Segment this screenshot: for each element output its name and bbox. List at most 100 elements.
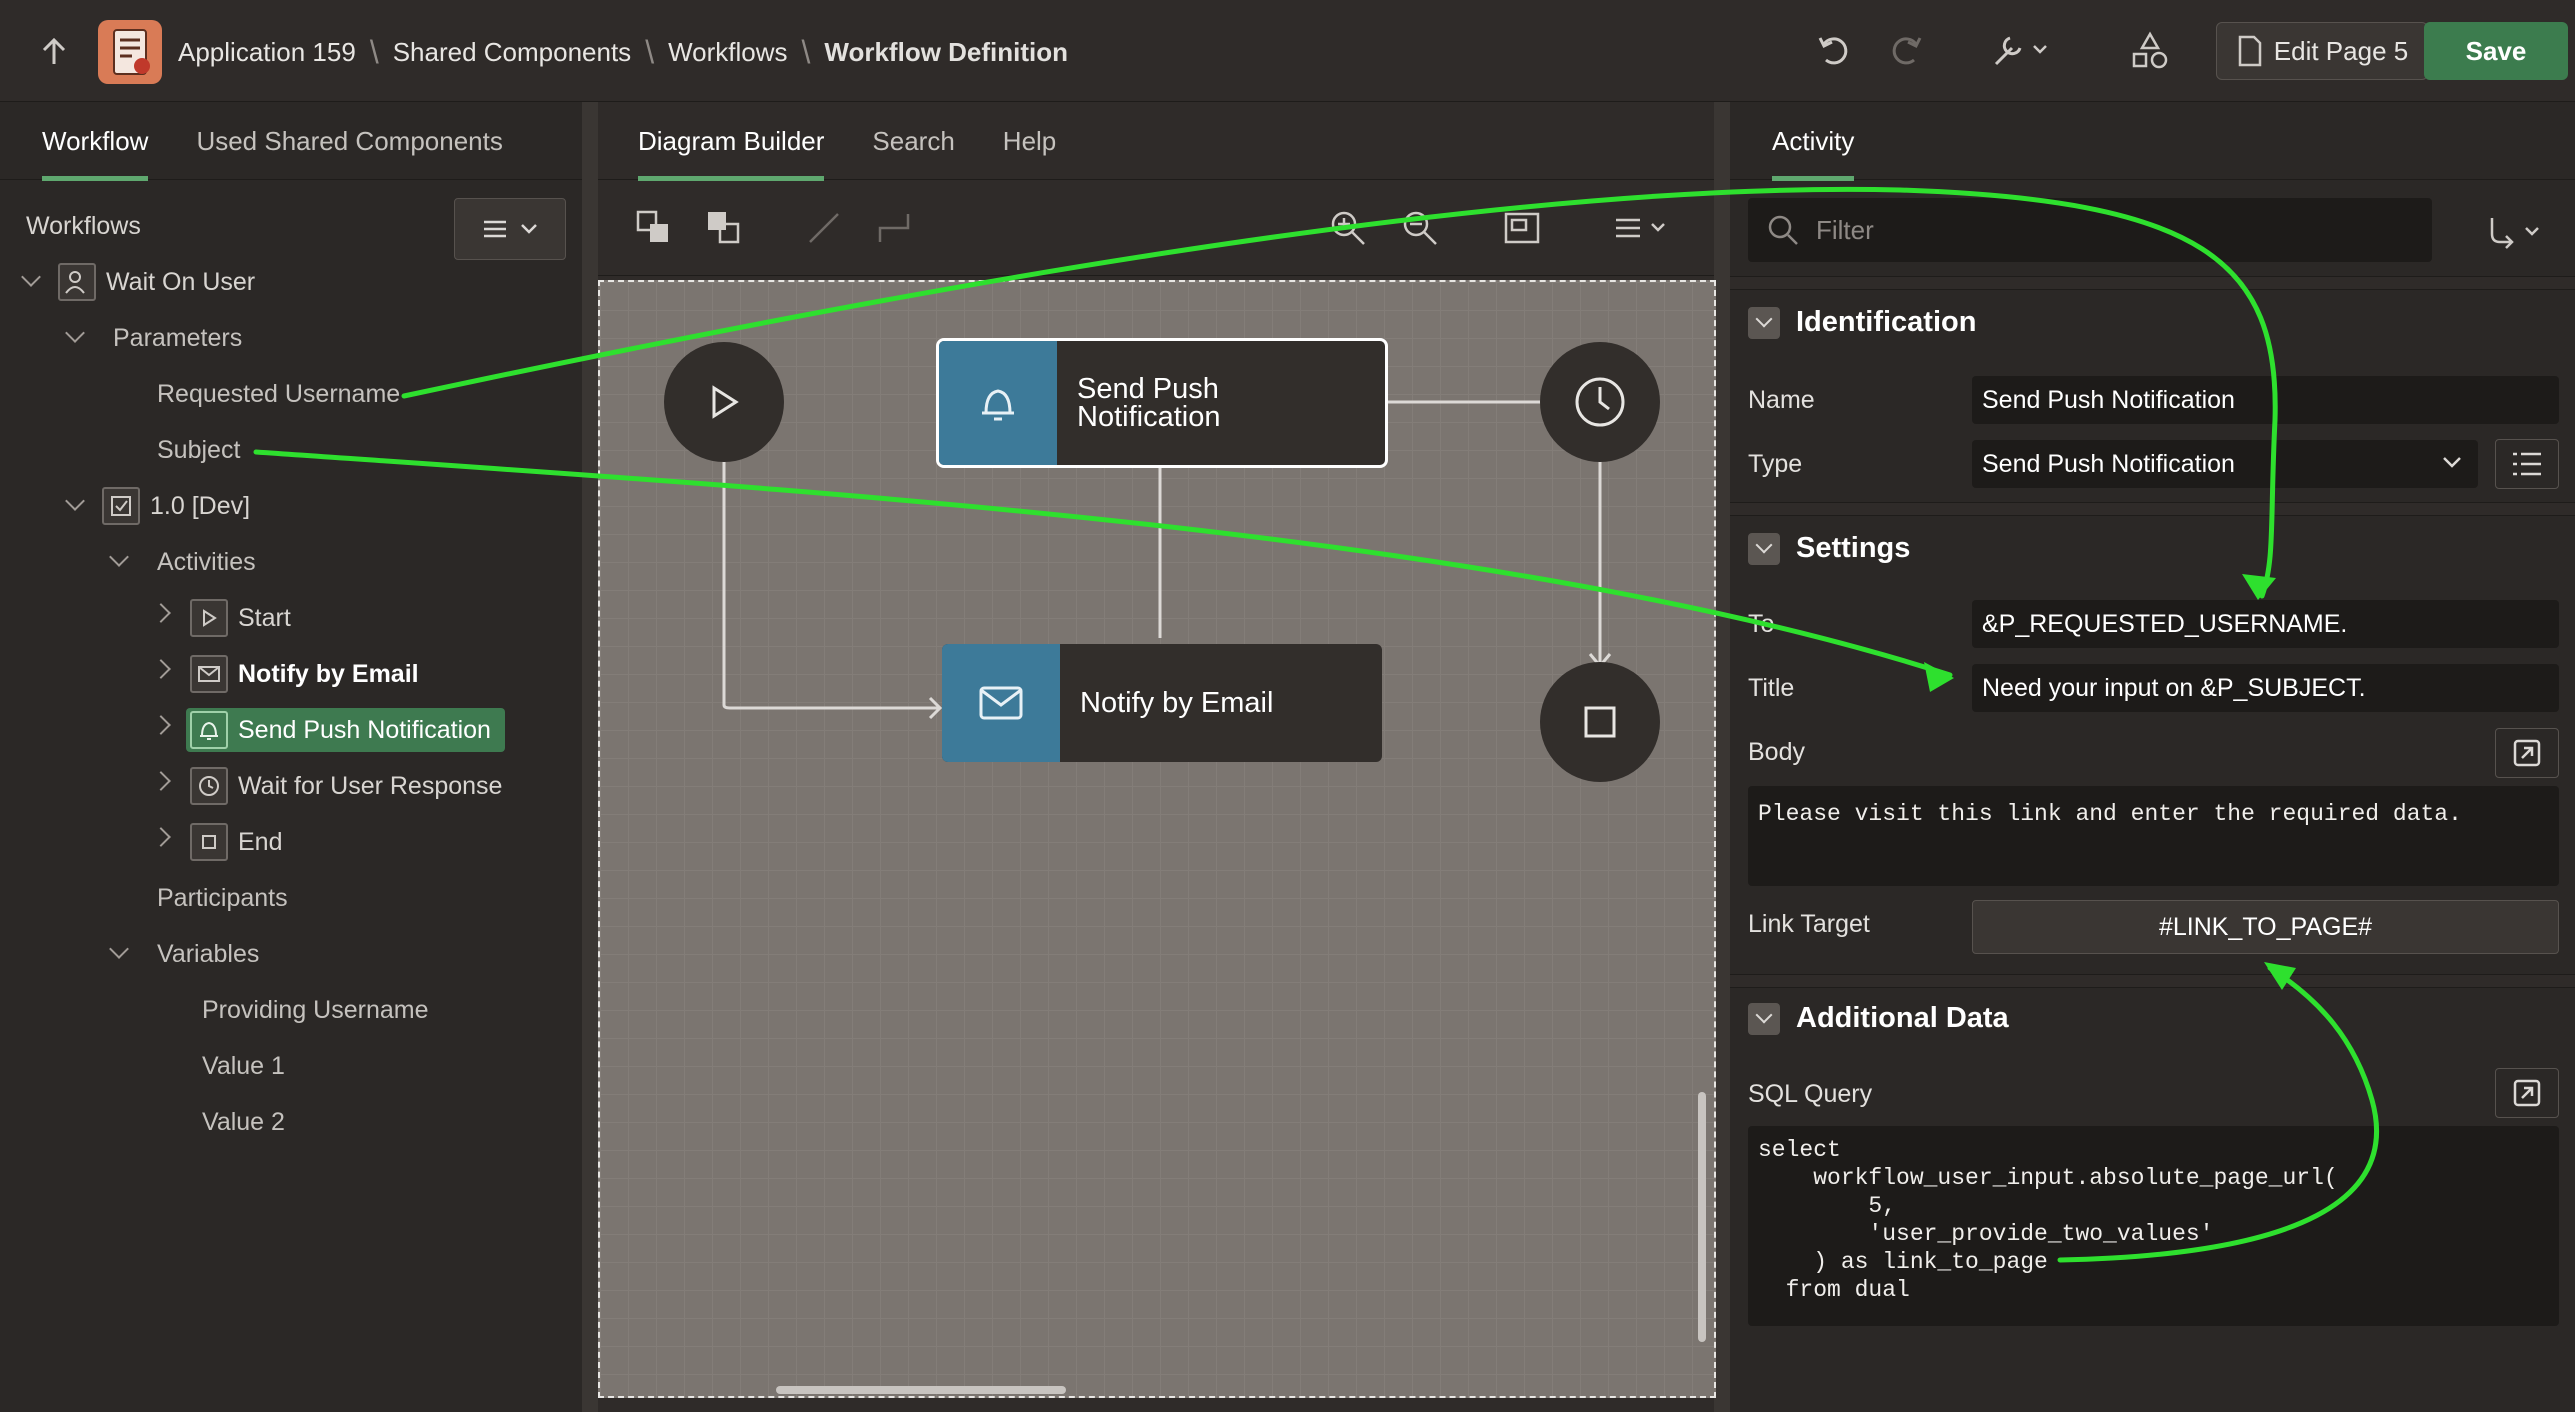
go-to-group-icon[interactable]: [2486, 214, 2550, 250]
page-edit-icon: [2238, 35, 2262, 67]
tree-parameters[interactable]: Parameters: [113, 318, 242, 358]
tree-activity-send-push[interactable]: Send Push Notification: [186, 708, 505, 752]
expand-chevron-icon[interactable]: [151, 659, 171, 679]
body-expand-button[interactable]: [2495, 728, 2559, 778]
tree-participants[interactable]: Participants: [157, 878, 288, 918]
tree-workflow[interactable]: Wait On User: [58, 262, 255, 302]
arrow-up-icon[interactable]: [36, 34, 72, 70]
undo-icon[interactable]: [1814, 30, 1854, 70]
tree-activity-start[interactable]: Start: [190, 598, 291, 638]
to-field[interactable]: &P_REQUESTED_USERNAME.: [1972, 600, 2559, 648]
tree-variables[interactable]: Variables: [157, 934, 259, 974]
left-panel: Workflow Used Shared Components Workflow…: [0, 102, 582, 1412]
section-identification[interactable]: Identification: [1748, 306, 1976, 339]
end-node[interactable]: [1540, 662, 1660, 782]
type-list-button[interactable]: [2495, 439, 2559, 489]
body-label: Body: [1748, 738, 1805, 766]
section-additional-data[interactable]: Additional Data: [1748, 1002, 2009, 1035]
sql-line: from dual: [1758, 1277, 1910, 1303]
expand-chevron-icon[interactable]: [109, 939, 129, 959]
send-push-node[interactable]: Send Push Notification: [936, 338, 1388, 468]
title-field[interactable]: Need your input on &P_SUBJECT.: [1972, 664, 2559, 712]
edit-page-button[interactable]: Edit Page 5: [2216, 22, 2428, 80]
canvas-vertical-scrollbar[interactable]: [1698, 1092, 1706, 1342]
elbow-connector-icon[interactable]: [874, 208, 914, 248]
breadcrumb-separator: \: [369, 34, 379, 70]
filter-input[interactable]: Filter: [1748, 198, 2432, 262]
tree-activity-label: End: [238, 827, 283, 856]
section-settings[interactable]: Settings: [1748, 532, 1910, 565]
clock-icon: [1575, 377, 1625, 427]
tab-workflow[interactable]: Workflow: [42, 102, 149, 181]
canvas-horizontal-scrollbar[interactable]: [776, 1386, 1066, 1394]
sql-line: ) as link_to_page: [1758, 1249, 2048, 1275]
sql-line: 'user_provide_two_values': [1758, 1221, 2214, 1247]
right-splitter[interactable]: [1714, 102, 1730, 1412]
fit-to-screen-icon[interactable]: [1502, 208, 1542, 248]
breadcrumb-application[interactable]: Application 159: [178, 37, 356, 68]
tree-activity-wait[interactable]: Wait for User Response: [190, 766, 502, 806]
workflows-label: Workflows: [26, 211, 141, 240]
workflow-user-icon: [58, 263, 96, 301]
left-splitter[interactable]: [582, 102, 598, 1412]
expand-chevron-icon[interactable]: [151, 603, 171, 623]
expand-chevron-icon[interactable]: [65, 491, 85, 511]
application-icon[interactable]: [98, 20, 162, 84]
breadcrumb-workflows[interactable]: Workflows: [668, 37, 787, 68]
send-backward-icon[interactable]: [704, 208, 744, 248]
push-node-label-line2: Notification: [1077, 401, 1221, 433]
tree-variable-item[interactable]: Providing Username: [202, 990, 429, 1030]
sql-line: select: [1758, 1137, 1841, 1163]
tree-param-requested-username[interactable]: Requested Username: [157, 374, 400, 414]
tree-activity-label: Notify by Email: [238, 659, 419, 688]
tab-diagram-builder[interactable]: Diagram Builder: [638, 102, 825, 181]
expand-chevron-icon[interactable]: [151, 715, 171, 735]
start-node[interactable]: [664, 342, 784, 462]
edit-page-label: Edit Page 5: [2273, 35, 2409, 66]
separator: [1730, 974, 2575, 988]
notify-email-node[interactable]: Notify by Email: [942, 644, 1382, 762]
straight-connector-icon[interactable]: [804, 208, 844, 248]
expand-chevron-icon[interactable]: [151, 827, 171, 847]
menu-lines-icon: [484, 220, 506, 238]
diagram-canvas[interactable]: Send Push Notification Notify by Email: [598, 280, 1716, 1398]
bring-forward-icon[interactable]: [634, 208, 674, 248]
link-target-button[interactable]: #LINK_TO_PAGE#: [1972, 900, 2559, 954]
tab-search[interactable]: Search: [872, 102, 954, 180]
type-select[interactable]: Send Push Notification: [1972, 440, 2478, 488]
tree-param-subject[interactable]: Subject: [157, 430, 240, 470]
diagram-menu-icon[interactable]: [1612, 208, 1676, 248]
breadcrumb-shared-components[interactable]: Shared Components: [393, 37, 631, 68]
tree-variable-item[interactable]: Value 1: [202, 1046, 285, 1086]
expand-chevron-icon[interactable]: [151, 771, 171, 791]
body-textarea[interactable]: Please visit this link and enter the req…: [1748, 786, 2559, 886]
zoom-in-icon[interactable]: [1328, 208, 1368, 248]
tree-activity-label: Wait for User Response: [238, 771, 503, 800]
name-label: Name: [1748, 386, 1815, 414]
tree-activity-notify-email[interactable]: Notify by Email: [190, 654, 419, 694]
tab-help[interactable]: Help: [1003, 102, 1056, 180]
utilities-wrench-icon[interactable]: [1990, 30, 2054, 70]
expand-chevron-icon[interactable]: [109, 547, 129, 567]
save-button[interactable]: Save: [2424, 22, 2568, 80]
section-heading: Identification: [1796, 306, 1977, 338]
shared-components-icon[interactable]: [2130, 30, 2170, 70]
zoom-out-icon[interactable]: [1400, 208, 1440, 248]
tree-activity-end[interactable]: End: [190, 822, 282, 862]
tree-version[interactable]: 1.0 [Dev]: [102, 486, 250, 526]
tab-used-shared-components[interactable]: Used Shared Components: [196, 102, 502, 180]
tree-variable-item[interactable]: Value 2: [202, 1102, 285, 1142]
property-editor: Activity Filter Identification Name Send…: [1730, 102, 2575, 1412]
tree-menu-button[interactable]: [454, 198, 566, 260]
sql-query-editor[interactable]: select workflow_user_input.absolute_page…: [1748, 1126, 2559, 1326]
breadcrumb: Application 159 \ Shared Components \ Wo…: [178, 34, 1068, 71]
expand-chevron-icon[interactable]: [21, 267, 41, 287]
name-field[interactable]: Send Push Notification: [1972, 376, 2559, 424]
expand-chevron-icon[interactable]: [65, 323, 85, 343]
sql-expand-button[interactable]: [2495, 1068, 2559, 1118]
tree-activities[interactable]: Activities: [157, 542, 256, 582]
redo-icon[interactable]: [1886, 30, 1926, 70]
bell-icon: [190, 711, 228, 749]
tab-activity[interactable]: Activity: [1772, 102, 1855, 181]
wait-node[interactable]: [1540, 342, 1660, 462]
